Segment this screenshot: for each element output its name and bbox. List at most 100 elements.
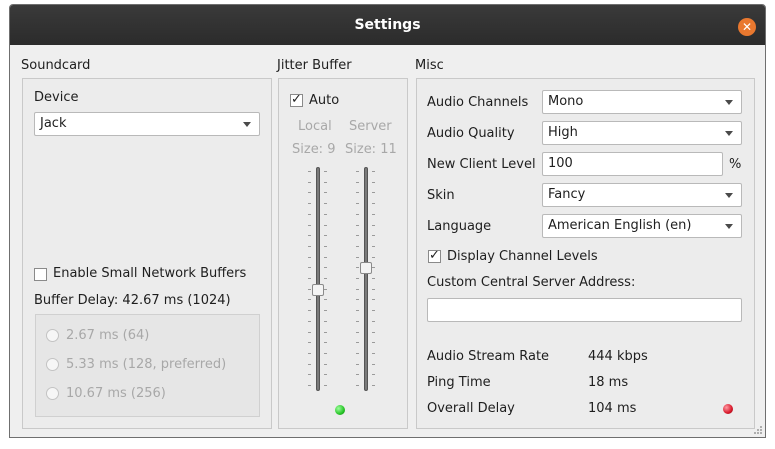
device-label: Device <box>34 90 79 105</box>
slider-tick <box>324 267 327 268</box>
slider-tick <box>308 342 311 343</box>
slider-tick <box>308 289 311 290</box>
new-client-level-label: New Client Level <box>427 157 536 172</box>
slider-tick <box>372 182 375 183</box>
server-label: Server <box>349 119 392 134</box>
display-levels-checkbox[interactable] <box>428 248 441 263</box>
slider-tick <box>324 364 327 365</box>
buffer-radio-64[interactable] <box>46 329 59 342</box>
stat-value: 18 ms <box>588 375 629 390</box>
delay-status-led <box>723 404 733 414</box>
local-slider-track[interactable] <box>316 167 320 391</box>
display-levels-label: Display Channel Levels <box>447 249 598 264</box>
local-slider-handle[interactable] <box>312 284 324 296</box>
slider-tick <box>356 267 359 268</box>
slider-tick <box>356 182 359 183</box>
jitter-group: Auto Local Server Size: 9 Size: 11 <box>278 78 408 429</box>
slider-tick <box>324 321 327 322</box>
custom-server-input[interactable] <box>427 298 742 322</box>
stat-label: Overall Delay <box>427 401 515 416</box>
slider-tick <box>372 225 375 226</box>
slider-tick <box>356 246 359 247</box>
slider-tick <box>308 321 311 322</box>
small-buffers-checkbox[interactable] <box>34 268 47 281</box>
skin-select[interactable]: Fancy <box>542 183 742 207</box>
slider-tick <box>308 299 311 300</box>
local-size-label: Size: 9 <box>292 142 336 157</box>
slider-tick <box>372 171 375 172</box>
custom-server-label: Custom Central Server Address: <box>427 275 636 290</box>
slider-tick <box>372 310 375 311</box>
slider-tick <box>372 332 375 333</box>
slider-tick <box>356 289 359 290</box>
stat-value: 104 ms <box>588 401 637 416</box>
slider-tick <box>324 299 327 300</box>
slider-tick <box>324 246 327 247</box>
chevron-down-icon <box>725 224 733 229</box>
slider-tick <box>356 203 359 204</box>
jitter-group-label: Jitter Buffer <box>277 58 352 73</box>
slider-tick <box>324 182 327 183</box>
slider-tick <box>356 321 359 322</box>
auto-jitter-checkbox[interactable] <box>290 92 303 107</box>
window-title: Settings <box>354 17 421 33</box>
soundcard-group-label: Soundcard <box>21 58 91 73</box>
slider-tick <box>372 385 375 386</box>
chevron-down-icon <box>725 193 733 198</box>
device-select[interactable]: Jack <box>34 112 260 136</box>
audio-quality-value: High <box>548 125 578 140</box>
close-icon[interactable]: ✕ <box>738 18 756 36</box>
local-label: Local <box>298 119 332 134</box>
slider-tick <box>356 299 359 300</box>
slider-tick <box>308 364 311 365</box>
slider-tick <box>308 203 311 204</box>
slider-tick <box>308 267 311 268</box>
server-size-label: Size: 11 <box>345 142 397 157</box>
new-client-level-input[interactable]: 100 <box>542 152 723 176</box>
slider-tick <box>372 299 375 300</box>
buffer-radio-128[interactable] <box>46 358 59 371</box>
slider-tick <box>308 214 311 215</box>
slider-tick <box>372 192 375 193</box>
chevron-down-icon <box>243 122 251 127</box>
slider-tick <box>372 289 375 290</box>
slider-tick <box>324 310 327 311</box>
slider-tick <box>324 342 327 343</box>
soundcard-group: Device Jack Enable Small Network Buffers… <box>22 78 272 429</box>
slider-tick <box>324 289 327 290</box>
audio-quality-select[interactable]: High <box>542 121 742 145</box>
audio-channels-value: Mono <box>548 94 584 109</box>
slider-tick <box>324 278 327 279</box>
settings-window: Settings ✕ Soundcard Device Jack Enable … <box>9 4 766 438</box>
slider-tick <box>324 332 327 333</box>
audio-quality-label: Audio Quality <box>427 126 515 141</box>
slider-tick <box>372 278 375 279</box>
slider-tick <box>324 385 327 386</box>
slider-tick <box>324 374 327 375</box>
slider-tick <box>324 353 327 354</box>
skin-value: Fancy <box>548 187 586 202</box>
slider-tick <box>324 171 327 172</box>
slider-tick <box>372 353 375 354</box>
audio-channels-select[interactable]: Mono <box>542 90 742 114</box>
buffer-delay-label: Buffer Delay: 42.67 ms (1024) <box>34 293 231 308</box>
buffer-option-label: 10.67 ms (256) <box>66 386 166 401</box>
chevron-down-icon <box>725 131 733 136</box>
slider-tick <box>356 342 359 343</box>
slider-tick <box>372 267 375 268</box>
slider-tick <box>308 310 311 311</box>
resize-grip-icon[interactable] <box>753 425 763 435</box>
slider-tick <box>308 171 311 172</box>
slider-tick <box>372 235 375 236</box>
auto-jitter-label: Auto <box>309 93 340 108</box>
audio-channels-label: Audio Channels <box>427 95 529 110</box>
slider-tick <box>372 214 375 215</box>
language-select[interactable]: American English (en) <box>542 214 742 238</box>
title-bar[interactable]: Settings ✕ <box>10 5 765 45</box>
server-slider-handle[interactable] <box>360 262 372 274</box>
slider-tick <box>372 321 375 322</box>
server-slider-track[interactable] <box>364 167 368 391</box>
slider-tick <box>324 225 327 226</box>
buffer-radio-256[interactable] <box>46 387 59 400</box>
slider-tick <box>308 246 311 247</box>
